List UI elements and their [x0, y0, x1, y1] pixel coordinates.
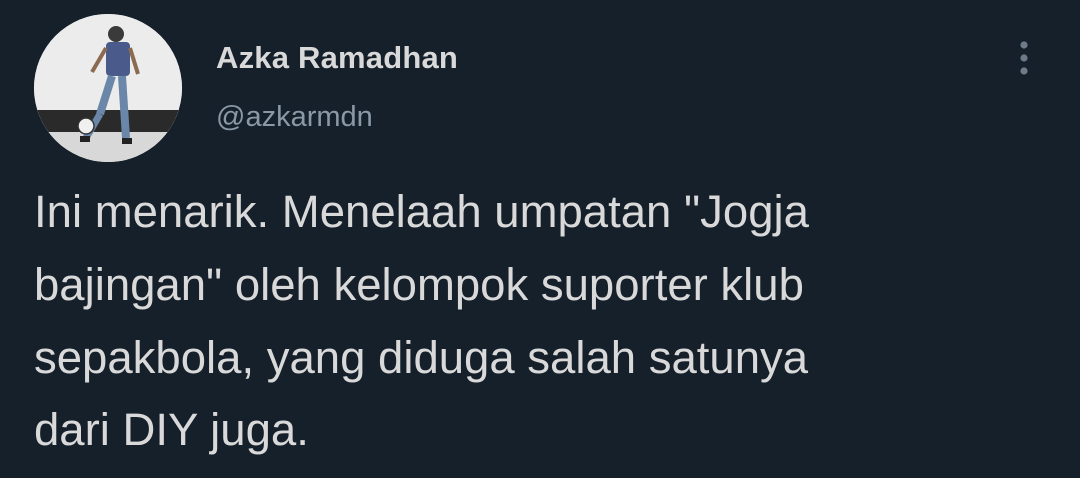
- user-handle[interactable]: @azkarmdn: [216, 101, 373, 134]
- avatar-photo: [34, 14, 182, 162]
- more-vertical-icon: [1020, 41, 1028, 75]
- more-options-button[interactable]: [1008, 36, 1040, 84]
- tweet-card: Azka Ramadhan @azkarmdn Ini menarik. Men…: [0, 0, 1080, 478]
- tweet-text: Ini menarik. Menelaah umpatan "Jogja baj…: [34, 186, 809, 456]
- avatar[interactable]: [34, 14, 182, 162]
- display-name[interactable]: Azka Ramadhan: [216, 40, 458, 76]
